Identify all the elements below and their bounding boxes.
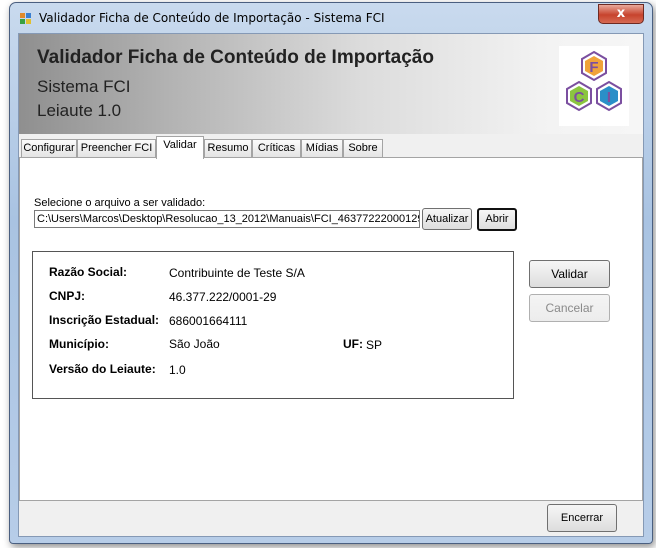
app-window: Validador Ficha de Conteúdo de Importaçã…: [9, 2, 653, 544]
tab-strip: Configurar Preencher FCI Validar Resumo …: [19, 136, 643, 159]
validate-button[interactable]: Validar: [529, 260, 610, 288]
update-button[interactable]: Atualizar: [422, 208, 472, 230]
header-version: Leiaute 1.0: [37, 101, 122, 120]
header-subtitle: Sistema FCI: [37, 77, 131, 96]
tab-preencher-fci[interactable]: Preencher FCI: [77, 139, 156, 157]
uf-value: SP: [366, 338, 383, 352]
razao-social-label: Razão Social:: [49, 265, 128, 279]
inscricao-estadual-value: 686001664111: [169, 314, 248, 328]
close-button[interactable]: x: [598, 4, 644, 24]
municipio-value: São João: [169, 337, 220, 351]
logo-letter-c: C: [574, 89, 585, 106]
taxpayer-info-group: Razão Social: Contribuinte de Teste S/A …: [32, 251, 514, 399]
tab-resumo[interactable]: Resumo: [204, 139, 252, 157]
tab-validar[interactable]: Validar: [156, 136, 204, 159]
cancel-button[interactable]: Cancelar: [529, 294, 610, 322]
versao-leiaute-value: 1.0: [169, 363, 186, 377]
tab-criticas[interactable]: Críticas: [252, 139, 301, 157]
client-area: Validador Ficha de Conteúdo de Importaçã…: [18, 33, 644, 537]
header-title: Validador Ficha de Conteúdo de Importaçã…: [37, 47, 434, 68]
tab-configurar[interactable]: Configurar: [21, 139, 77, 157]
fci-logo: F C I: [559, 46, 629, 126]
razao-social-value: Contribuinte de Teste S/A: [169, 266, 305, 280]
tab-sobre[interactable]: Sobre: [343, 139, 383, 157]
open-button[interactable]: Abrir: [477, 208, 517, 231]
logo-letter-f: F: [589, 59, 598, 76]
window-title: Validador Ficha de Conteúdo de Importaçã…: [39, 11, 385, 25]
logo-letter-i: I: [607, 89, 611, 106]
cnpj-value: 46.377.222/0001-29: [169, 290, 277, 304]
file-path-input[interactable]: C:\Users\Marcos\Desktop\Resolucao_13_201…: [34, 210, 420, 228]
tab-midias[interactable]: Mídias: [301, 139, 343, 157]
header-banner: Validador Ficha de Conteúdo de Importaçã…: [19, 34, 643, 134]
validar-tab-page: Selecione o arquivo a ser validado: C:\U…: [19, 157, 643, 501]
close-app-button[interactable]: Encerrar: [547, 504, 617, 532]
cnpj-label: CNPJ:: [49, 289, 86, 303]
title-bar[interactable]: Validador Ficha de Conteúdo de Importaçã…: [10, 3, 652, 33]
app-icon: [20, 13, 32, 25]
inscricao-estadual-label: Inscrição Estadual:: [49, 313, 160, 327]
municipio-label: Município:: [49, 337, 109, 351]
uf-label: UF:: [343, 337, 363, 351]
file-label: Selecione o arquivo a ser validado:: [34, 197, 206, 209]
versao-leiaute-label: Versão do Leiaute:: [49, 362, 156, 376]
